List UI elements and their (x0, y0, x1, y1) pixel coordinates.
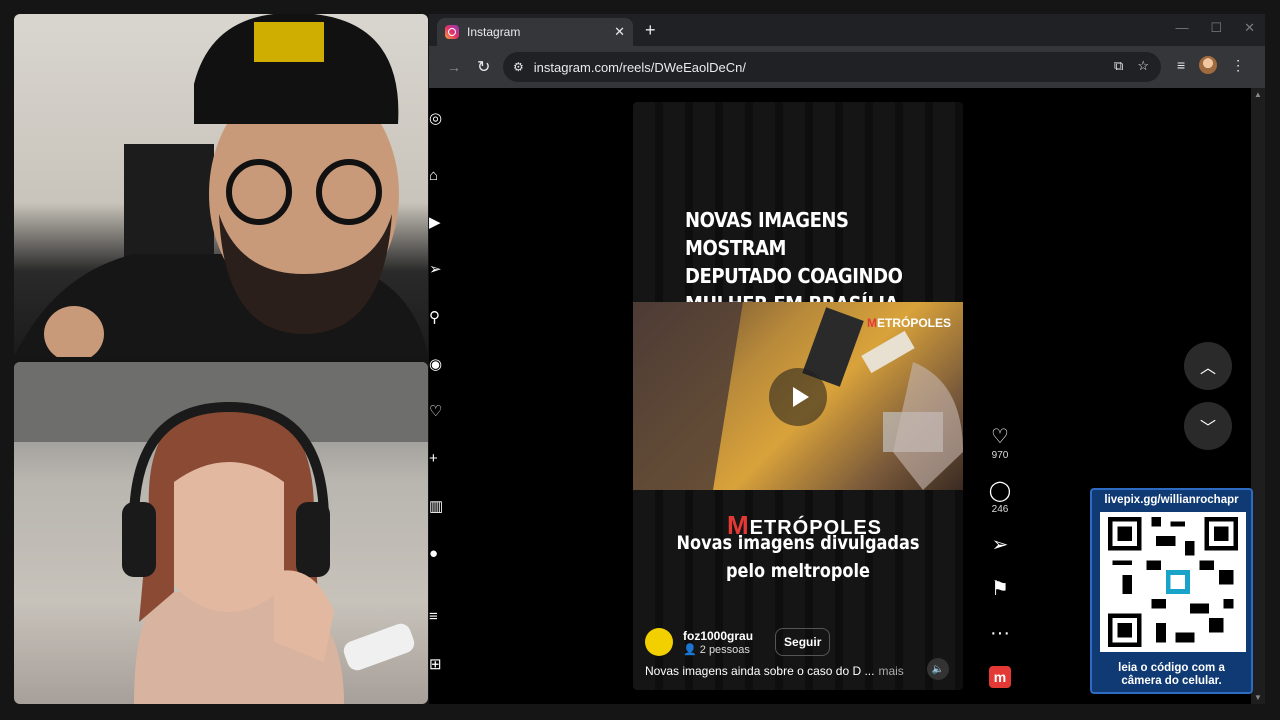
plus-icon[interactable]: + (429, 450, 443, 468)
previous-reel-button[interactable]: ︿ (1184, 342, 1232, 390)
metropoles-audio-icon: m (989, 666, 1011, 688)
grid-icon[interactable]: ⊞ (429, 656, 443, 674)
headline-line-1: NOVAS IMAGENS MOSTRAM (685, 208, 849, 260)
scroll-up-icon[interactable]: ▲ (1254, 90, 1262, 99)
comment-button[interactable]: ◯ 246 (985, 480, 1015, 515)
reel-card[interactable]: NOVAS IMAGENS MOSTRAM DEPUTADO COAGINDO … (633, 102, 963, 690)
author-info: foz1000grau 👤 2 pessoas (683, 629, 753, 656)
comment-count: 246 (991, 504, 1009, 515)
webcam-bottom-image (14, 362, 428, 704)
tab-title: Instagram (467, 25, 521, 39)
like-button[interactable]: ♡ 970 (985, 426, 1015, 461)
omnibox-actions: ⧉ ☆ (1114, 58, 1149, 74)
install-app-icon[interactable]: ⧉ (1114, 58, 1123, 74)
donation-qr-overlay: livepix.gg/willianrochapr leia o código … (1090, 488, 1253, 694)
play-button[interactable] (769, 368, 827, 426)
menu-icon[interactable]: ≡ (429, 608, 443, 626)
follow-button[interactable]: Seguir (775, 628, 831, 656)
reel-video[interactable]: METRÓPOLES (633, 302, 963, 490)
subtitle-line-2: pelo meltropole (725, 560, 871, 582)
headline-line-2: DEPUTADO COAGINDO (685, 264, 903, 288)
profile-avatar[interactable] (1199, 56, 1218, 74)
qr-code-image (1107, 516, 1239, 648)
reel-caption: Novas imagens ainda sobre o caso do D ..… (645, 664, 904, 678)
save-button[interactable]: ⚑ (985, 578, 1015, 600)
qr-header: livepix.gg/willianrochapr (1104, 494, 1239, 506)
explore-icon[interactable]: ◉ (429, 356, 443, 374)
stream-layout: Instagram ✕ + — ☐ ✕ → ↻ ⚙ instagram.com/… (0, 0, 1280, 720)
instagram-icon[interactable]: ◎ (429, 110, 443, 128)
tab-close-icon[interactable]: ✕ (614, 24, 625, 40)
more-options-button[interactable]: ··· (985, 622, 1015, 644)
video-brand-initial: M (866, 316, 877, 330)
home-icon[interactable]: ⌂ (429, 167, 443, 185)
close-window-button[interactable]: ✕ (1244, 20, 1255, 36)
people-count: 2 pessoas (699, 643, 750, 656)
mute-icon[interactable]: 🔈 (927, 658, 949, 680)
qr-footer-line-2: câmera do celular. (1121, 675, 1222, 687)
share-button[interactable]: ➢ (985, 534, 1015, 556)
new-tab-button[interactable]: + (645, 20, 656, 40)
audio-button[interactable]: m (985, 666, 1015, 688)
stats-icon[interactable]: ▥ (429, 498, 443, 516)
webcam-top-image (14, 14, 428, 357)
browser-menu-icon[interactable]: ⋮ (1231, 57, 1245, 74)
reel-author: foz1000grau 👤 2 pessoas Seguir (645, 628, 831, 656)
send-icon: ➢ (991, 534, 1009, 556)
caption-more-link[interactable]: mais (878, 664, 903, 678)
next-reel-button[interactable]: ﹀ (1184, 402, 1232, 450)
qr-footer: leia o código com a câmera do celular. (1092, 662, 1251, 688)
browser-toolbar: → ↻ ⚙ instagram.com/reels/DWeEaolDeCn/ ⧉… (429, 46, 1265, 88)
video-brand: METRÓPOLES (867, 316, 951, 330)
url-text[interactable]: instagram.com/reels/DWeEaolDeCn/ (534, 60, 746, 75)
ig-sidebar: ◎ ⌂ ▶ ➢ ⚲ ◉ ♡ + ▥ ● ≡ ⊞ (429, 88, 443, 704)
subtitle-line-1: Novas imagens divulgadas (676, 532, 920, 554)
send-icon[interactable]: ➢ (429, 261, 443, 279)
author-handle[interactable]: foz1000grau (683, 629, 753, 643)
webcam-top (14, 14, 428, 357)
qr-code (1100, 512, 1246, 652)
site-info-icon[interactable]: ⚙ (513, 60, 524, 74)
scroll-down-icon[interactable]: ▼ (1254, 693, 1262, 702)
more-icon: ··· (990, 622, 1010, 644)
bookmark-star-icon[interactable]: ☆ (1137, 58, 1149, 74)
author-people: 👤 2 pessoas (683, 643, 753, 656)
window-controls: — ☐ ✕ (1175, 20, 1255, 36)
search-icon[interactable]: ⚲ (429, 309, 443, 327)
author-avatar[interactable] (645, 628, 673, 656)
profile-avatar-icon[interactable]: ● (429, 545, 443, 563)
caption-text: Novas imagens ainda sobre o caso do D ..… (645, 664, 875, 678)
video-brand-text: ETRÓPOLES (876, 316, 951, 330)
minimize-button[interactable]: — (1175, 20, 1188, 36)
like-count: 970 (991, 450, 1009, 461)
webcam-bottom (14, 362, 428, 704)
comment-icon: ◯ (988, 480, 1012, 502)
maximize-button[interactable]: ☐ (1210, 20, 1222, 36)
instagram-favicon-icon (445, 25, 459, 39)
reels-icon[interactable]: ▶ (429, 214, 443, 232)
toolbar-right: ≡ ⋮ (1177, 56, 1245, 74)
bookmark-icon: ⚑ (991, 578, 1009, 600)
qr-footer-line-1: leia o código com a (1118, 662, 1225, 674)
person-icon: 👤 (683, 643, 700, 656)
reload-icon[interactable]: ↻ (477, 57, 490, 77)
address-bar[interactable]: ⚙ instagram.com/reels/DWeEaolDeCn/ ⧉ ☆ (503, 52, 1161, 82)
heart-icon: ♡ (991, 426, 1009, 448)
tab-bar: Instagram ✕ + — ☐ ✕ (429, 14, 1265, 46)
scrollbar[interactable]: ▲ ▼ (1251, 88, 1265, 704)
heart-icon[interactable]: ♡ (429, 403, 443, 421)
tab-instagram[interactable]: Instagram ✕ (437, 18, 633, 46)
media-control-icon[interactable]: ≡ (1177, 57, 1185, 73)
forward-icon[interactable]: → (447, 59, 461, 75)
